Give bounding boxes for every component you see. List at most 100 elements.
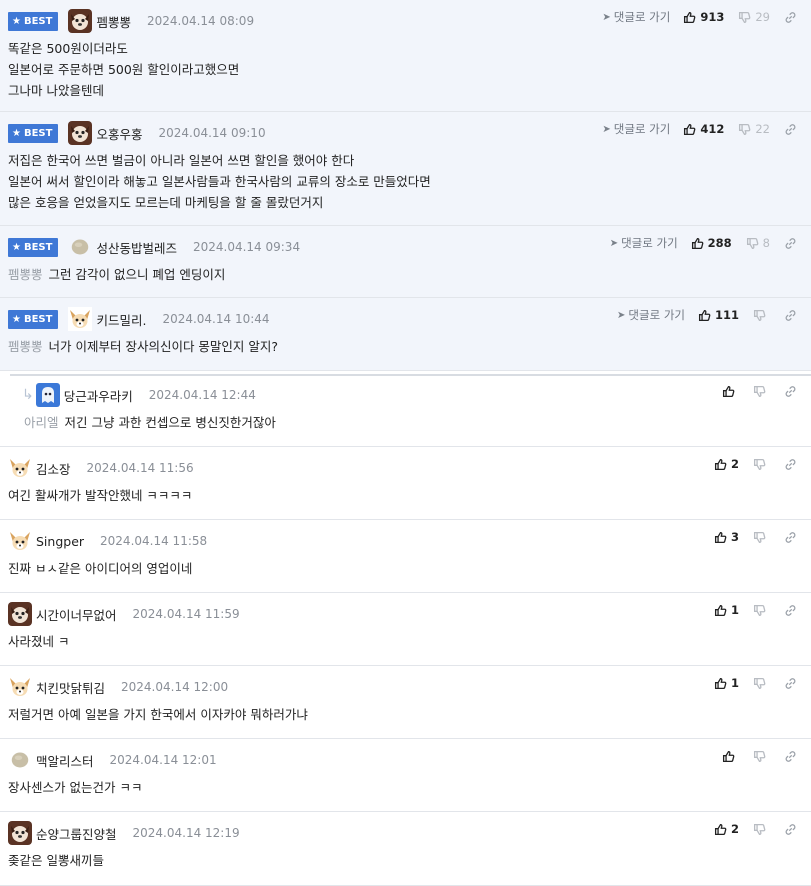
upvote-button[interactable]: 111	[698, 308, 739, 322]
best-badge: ★ BEST	[8, 123, 59, 143]
thumbs-up-icon	[683, 11, 700, 24]
comment-text: 저긴 그냥 과한 컨셉으로 병신짓한거잖아	[64, 415, 276, 430]
comment-actions: ➤ 댓글로 가기 111	[617, 306, 797, 324]
go-to-reply-link[interactable]: ➤ 댓글로 가기	[602, 121, 670, 137]
link-icon[interactable]	[784, 11, 797, 24]
avatar[interactable]	[8, 821, 32, 845]
comment-text: 일본어 써서 할인이라 해놓고 일본사람들과 한국사람의 교류의 장소로 만들었…	[8, 173, 431, 189]
link-icon[interactable]	[784, 531, 797, 544]
downvote-count: 29	[755, 10, 770, 24]
send-arrow-icon: ➤	[602, 123, 611, 135]
comment-actions: 3	[714, 528, 797, 546]
downvote-button[interactable]: 22	[738, 122, 770, 136]
star-icon: ★	[12, 241, 21, 253]
downvote-button[interactable]	[753, 385, 770, 398]
user-nickname[interactable]: Singper	[36, 534, 84, 549]
comment-text: 많은 호응을 얻었을지도 모르는데 마케팅을 할 줄 몰랐던거지	[8, 194, 324, 210]
upvote-button[interactable]: 412	[683, 122, 724, 136]
downvote-button[interactable]: 29	[738, 10, 770, 24]
star-icon: ★	[12, 127, 21, 139]
upvote-button[interactable]: 913	[683, 10, 724, 24]
link-icon[interactable]	[784, 385, 797, 398]
comment-header: ★ BEST 펨뽕뽕 2024.04.14 08:09	[8, 9, 254, 33]
upvote-button[interactable]	[722, 385, 739, 398]
comment-line: 장사센스가 없는건가 ㅋㅋ	[8, 778, 791, 799]
thumbs-down-icon	[738, 123, 755, 136]
downvote-button[interactable]	[753, 750, 770, 763]
thumbs-down-icon	[753, 531, 770, 544]
comment-line: 펨뽕뽕 너가 이제부터 장사의신이다 몽말인지 알지?	[8, 337, 791, 358]
user-nickname[interactable]: 치킨맛닭튀김	[36, 678, 105, 697]
upvote-button[interactable]: 1	[714, 676, 739, 690]
downvote-button[interactable]	[753, 823, 770, 836]
go-to-reply-link[interactable]: ➤ 댓글로 가기	[602, 9, 670, 25]
link-icon[interactable]	[784, 458, 797, 471]
avatar[interactable]	[8, 675, 32, 699]
best-badge: ★ BEST	[8, 309, 59, 329]
comment-actions: 2	[714, 820, 797, 838]
comment-date: 2024.04.14 10:44	[162, 312, 270, 326]
best-badge-label: BEST	[23, 15, 53, 27]
avatar[interactable]	[11, 751, 29, 769]
comment-text: 그런 감각이 없으니 폐업 엔딩이지	[48, 267, 226, 282]
thumbs-down-icon	[746, 237, 763, 250]
downvote-button[interactable]: 8	[746, 236, 770, 250]
mention-tag[interactable]: 펨뽕뽕	[8, 339, 43, 354]
comment-header: ★ BEST 키드밀리. 2024.04.14 10:44	[8, 307, 270, 331]
go-to-reply-link[interactable]: ➤ 댓글로 가기	[610, 235, 678, 251]
user-nickname[interactable]: 키드밀리.	[96, 310, 146, 329]
comment-actions: ➤ 댓글로 가기 913 29	[602, 8, 797, 26]
downvote-button[interactable]	[753, 309, 770, 322]
best-comment: ★ BEST 펨뽕뽕 2024.04.14 08:09 ➤ 댓글로 가기 913 29 똑같은 …	[0, 0, 811, 112]
go-to-reply-label: 댓글로 가기	[621, 236, 678, 250]
avatar[interactable]	[8, 602, 32, 626]
user-nickname[interactable]: 순양그룹진양철	[36, 824, 117, 843]
avatar[interactable]	[68, 9, 93, 33]
mention-tag[interactable]: 펨뽕뽕	[8, 267, 43, 282]
avatar[interactable]	[8, 456, 32, 480]
link-icon[interactable]	[784, 604, 797, 617]
go-to-reply-link[interactable]: ➤ 댓글로 가기	[617, 307, 685, 323]
user-nickname[interactable]: 성산동밥벌레즈	[96, 238, 177, 257]
user-nickname[interactable]: 시간이너무없어	[36, 605, 117, 624]
thumbs-down-icon	[753, 458, 770, 471]
go-to-reply-label: 댓글로 가기	[613, 10, 671, 24]
comment-line: 아리엘 저긴 그냥 과한 컨셉으로 병신짓한거잖아	[24, 413, 791, 434]
comment-actions: 1	[714, 674, 797, 692]
avatar[interactable]	[68, 121, 93, 145]
link-icon[interactable]	[784, 750, 797, 763]
user-nickname[interactable]: 당근과우라키	[64, 386, 133, 405]
user-nickname[interactable]: 펨뽕뽕	[96, 12, 131, 31]
avatar[interactable]	[8, 529, 32, 553]
upvote-button[interactable]: 2	[714, 822, 739, 836]
downvote-button[interactable]	[753, 458, 770, 471]
upvote-button[interactable]: 2	[714, 457, 739, 471]
comment-text: 일본어로 주문하면 500원 할인이라고했으면	[8, 61, 240, 77]
avatar[interactable]	[35, 383, 60, 407]
thumbs-up-icon	[722, 750, 739, 763]
upvote-count: 913	[700, 10, 725, 24]
best-comment: ★ BEST 성산동밥벌레즈 2024.04.14 09:34 ➤ 댓글로 가기 288 8 펨…	[0, 226, 811, 298]
user-nickname[interactable]: 김소장	[36, 459, 71, 478]
avatar[interactable]	[71, 238, 89, 256]
mention-tag[interactable]: 아리엘	[24, 415, 59, 430]
upvote-count: 2	[730, 822, 739, 836]
link-icon[interactable]	[784, 823, 797, 836]
link-icon[interactable]	[784, 123, 797, 136]
thumbs-up-icon	[714, 531, 731, 544]
downvote-button[interactable]	[753, 677, 770, 690]
avatar[interactable]	[68, 307, 93, 331]
upvote-button[interactable]: 1	[714, 603, 739, 617]
user-nickname[interactable]: 오홍우홍	[96, 124, 142, 143]
link-icon[interactable]	[784, 677, 797, 690]
downvote-button[interactable]	[753, 531, 770, 544]
upvote-button[interactable]	[722, 750, 739, 763]
comment-line: 많은 호응을 얻었을지도 모르는데 마케팅을 할 줄 몰랐던거지	[8, 193, 791, 214]
comment-body: 진짜 ㅂㅅ같은 아이디어의 영업이네	[8, 559, 791, 580]
link-icon[interactable]	[784, 309, 797, 322]
link-icon[interactable]	[784, 237, 797, 250]
upvote-button[interactable]: 3	[714, 530, 739, 544]
upvote-button[interactable]: 288	[691, 236, 732, 250]
downvote-button[interactable]	[753, 604, 770, 617]
user-nickname[interactable]: 맥알리스터	[36, 751, 94, 770]
